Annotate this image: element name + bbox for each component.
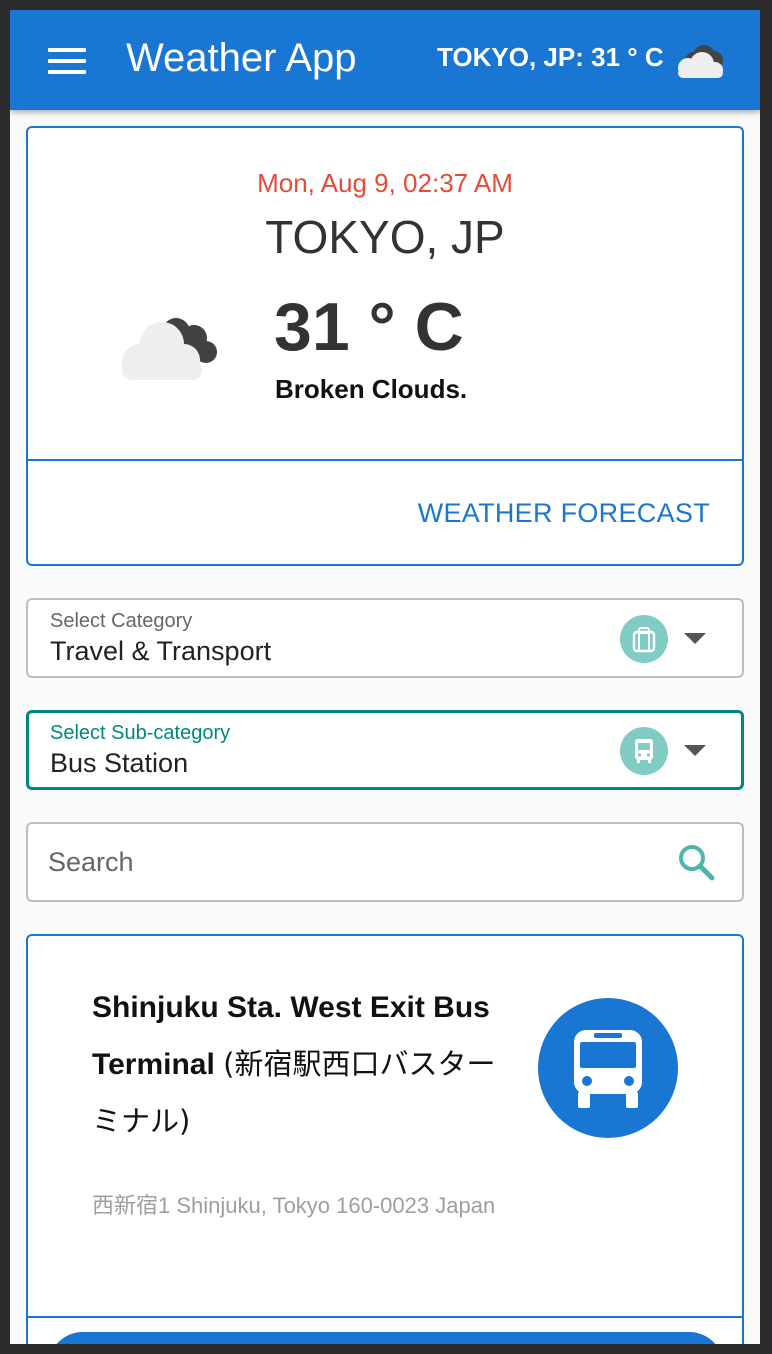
subcategory-select-label: Select Sub-category [50,722,231,744]
category-select-label: Select Category [50,610,193,632]
place-address: 西新宿1 Shinjuku, Tokyo 160-0023 Japan [92,1193,496,1218]
subcategory-select[interactable]: Select Sub-category Bus Station [26,710,744,790]
bus-icon [538,998,678,1138]
place-title: Shinjuku Sta. West Exit Bus Terminal (新宿… [92,980,512,1150]
broken-clouds-icon [122,318,217,380]
card-divider [28,459,742,461]
place-action-button[interactable] [48,1332,724,1344]
search-box [26,822,744,902]
hamburger-menu-icon[interactable] [48,48,86,74]
header-weather-summary: TOKYO, JP: 31 ° C [437,42,664,72]
current-weather-card: Mon, Aug 9, 02:37 AM TOKYO, JP 31 ° C Br… [26,126,744,566]
weather-forecast-button[interactable]: WEATHER FORECAST [418,498,710,529]
place-result-card[interactable]: Shinjuku Sta. West Exit Bus Terminal (新宿… [26,934,744,1344]
app-bar: Weather App TOKYO, JP: 31 ° C [10,10,760,110]
app-screen: Weather App TOKYO, JP: 31 ° C Mon, Aug 9… [10,10,760,1344]
search-input[interactable] [48,842,628,882]
search-icon[interactable] [676,842,716,882]
category-select-value: Travel & Transport [50,636,272,666]
category-select[interactable]: Select Category Travel & Transport [26,598,744,678]
weather-temperature: 31 ° C [274,289,464,365]
weather-datetime: Mon, Aug 9, 02:37 AM [257,168,513,198]
chevron-down-icon[interactable] [684,745,706,756]
card-divider [28,1316,742,1318]
weather-description: Broken Clouds. [275,374,468,404]
bus-icon [620,727,668,775]
luggage-icon [620,615,668,663]
broken-clouds-icon [678,45,723,78]
weather-city: TOKYO, JP [265,211,505,263]
subcategory-select-value: Bus Station [50,748,189,778]
app-title: Weather App [126,36,357,80]
chevron-down-icon[interactable] [684,633,706,644]
